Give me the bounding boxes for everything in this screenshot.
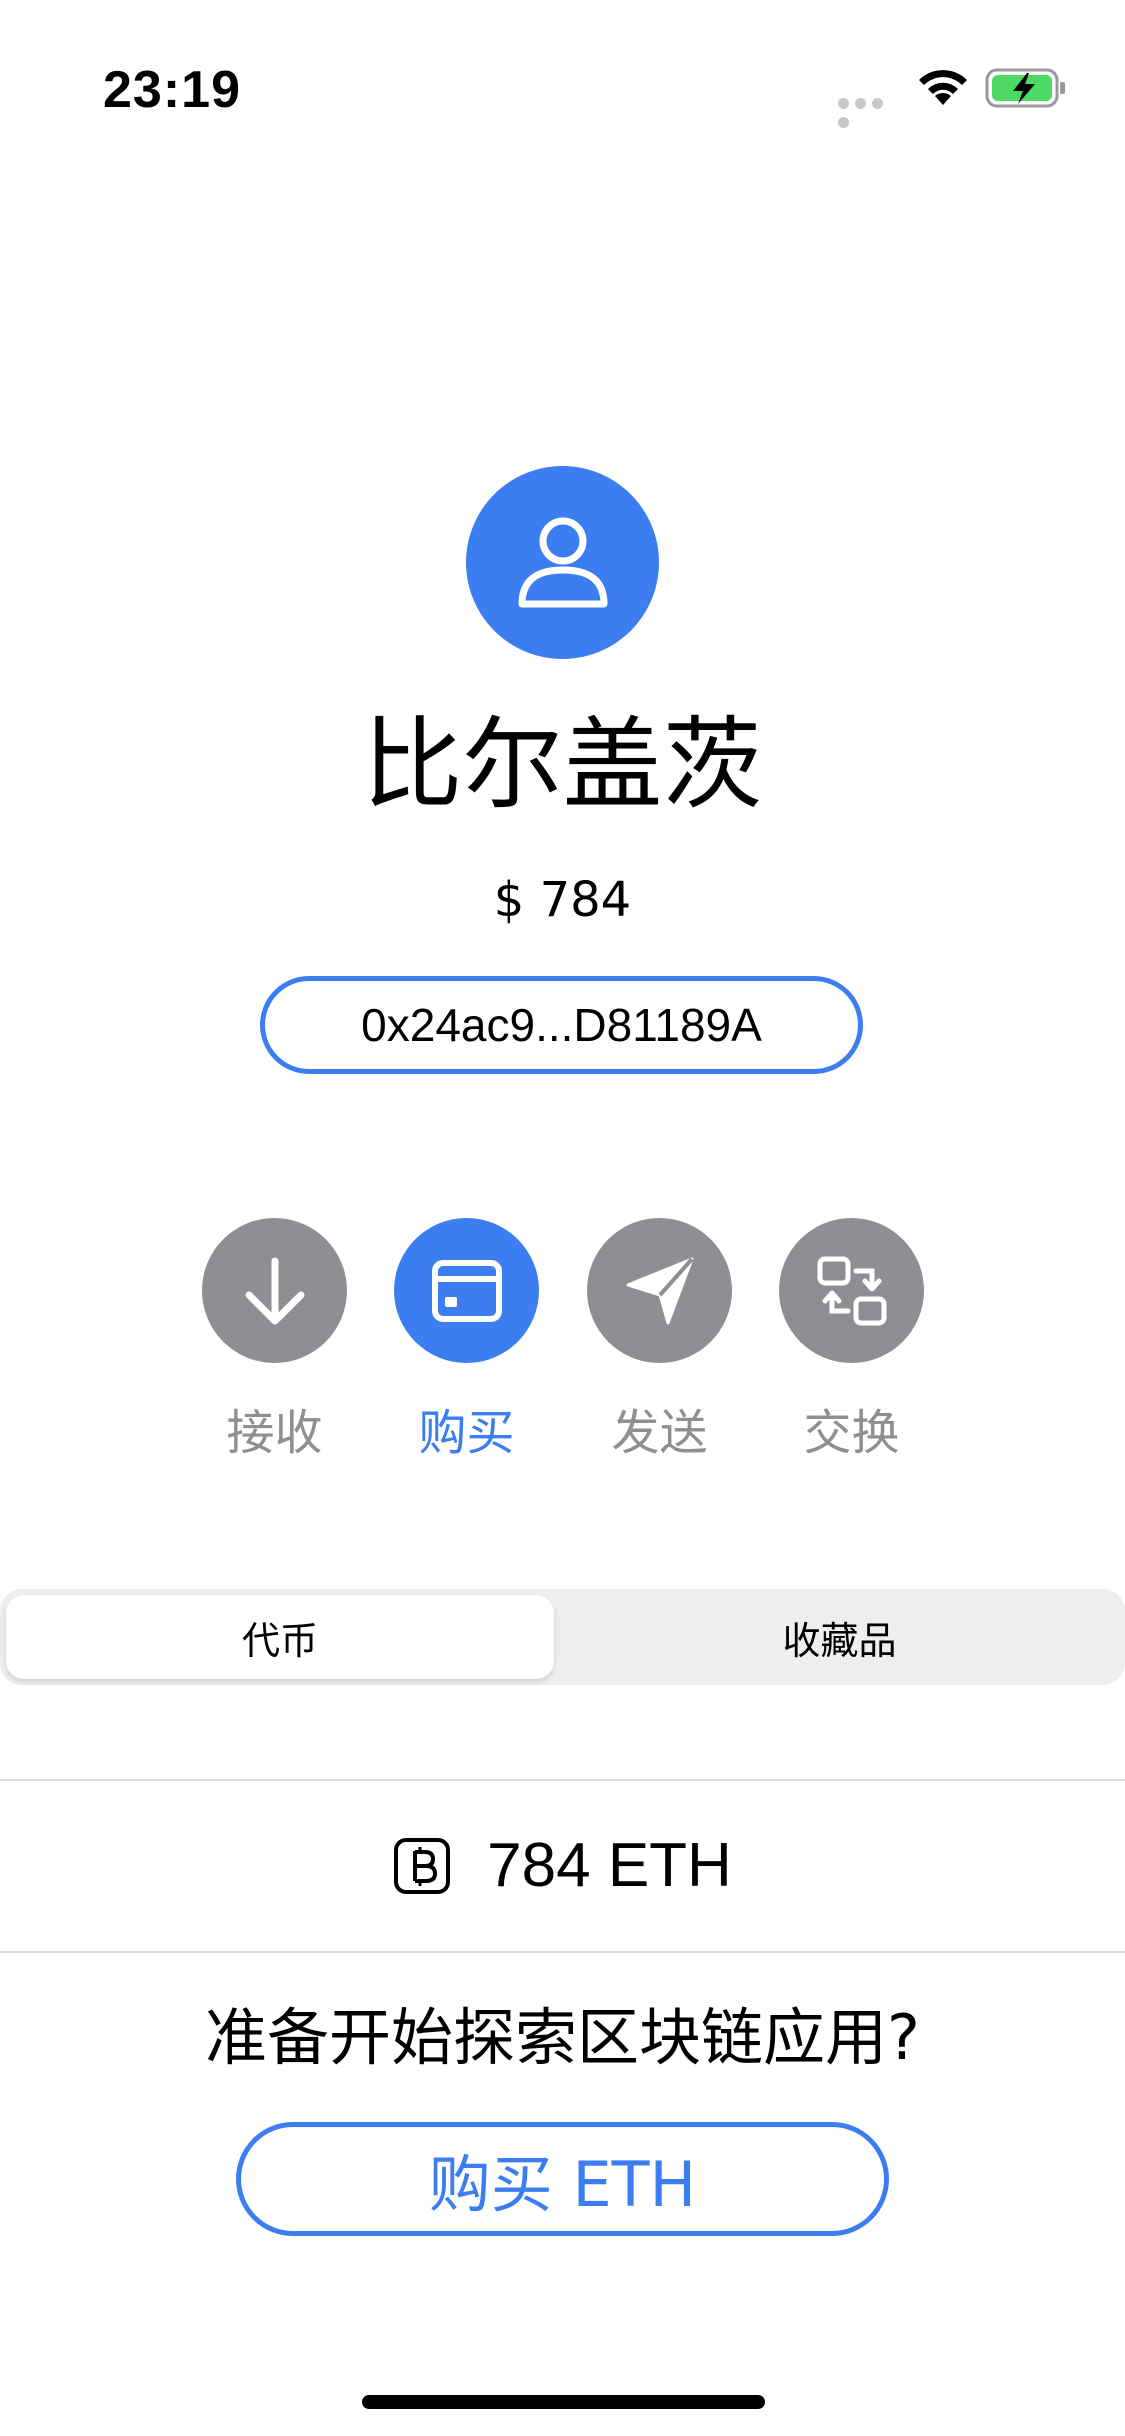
balance-usd: $ 784 — [493, 872, 632, 928]
user-icon — [518, 517, 607, 607]
token-amount: 784 ETH — [487, 1831, 732, 1900]
account-name: 比尔盖茨 — [362, 706, 763, 823]
swap-icon — [817, 1256, 886, 1325]
buy-action[interactable]: 购买 — [394, 1218, 539, 1478]
receive-action[interactable]: 接收 — [202, 1218, 347, 1478]
send-label: 发送 — [611, 1405, 708, 1461]
cellular-signal-icon — [838, 94, 900, 128]
token-row[interactable]: 784 ETH — [0, 1780, 1125, 1952]
send-action[interactable]: 发送 — [587, 1218, 732, 1478]
bitcoin-icon — [394, 1838, 451, 1894]
home-indicator[interactable] — [362, 2395, 765, 2409]
status-time: 23:19 — [103, 61, 241, 119]
tab-collectibles-label: 收藏品 — [782, 1618, 897, 1663]
segmented-control: 代币 收藏品 — [0, 1589, 1125, 1685]
arrow-down-icon — [245, 1257, 304, 1324]
divider — [0, 1951, 1125, 1953]
receive-label: 接收 — [226, 1405, 323, 1461]
buy-button[interactable] — [394, 1218, 539, 1363]
receive-button[interactable] — [202, 1218, 347, 1363]
tab-collectibles[interactable]: 收藏品 — [560, 1595, 1119, 1679]
send-button[interactable] — [587, 1218, 732, 1363]
tab-tokens[interactable]: 代币 — [6, 1595, 554, 1679]
card-icon — [431, 1259, 502, 1322]
wifi-icon — [915, 67, 971, 109]
tab-tokens-label: 代币 — [241, 1618, 318, 1663]
swap-action[interactable]: 交换 — [779, 1218, 924, 1478]
buy-eth-label: 购买 ETH — [428, 2148, 697, 2221]
send-icon — [626, 1257, 693, 1324]
swap-label: 交换 — [803, 1405, 900, 1461]
address-button[interactable]: 0x24ac9...D81189A — [260, 976, 863, 1074]
avatar[interactable] — [466, 466, 659, 659]
address-text: 0x24ac9...D81189A — [361, 999, 762, 1051]
swap-button[interactable] — [779, 1218, 924, 1363]
buy-eth-button[interactable]: 购买 ETH — [236, 2122, 889, 2236]
buy-label: 购买 — [418, 1405, 515, 1461]
explore-prompt: 准备开始探索区块链应用? — [205, 2001, 920, 2074]
battery-charging-icon — [985, 67, 1067, 109]
